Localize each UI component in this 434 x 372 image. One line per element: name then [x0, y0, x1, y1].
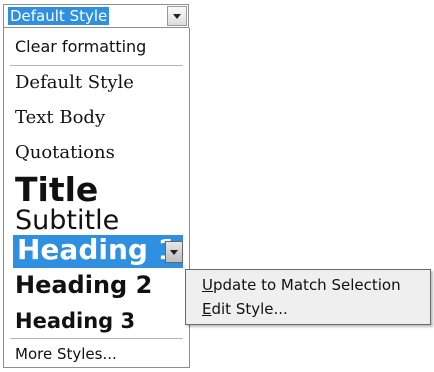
style-item-clear-formatting[interactable]: Clear formatting: [15, 37, 146, 56]
separator: [10, 65, 183, 66]
menu-item-edit-style[interactable]: Edit Style...: [202, 300, 288, 318]
menu-item-label: dit Style...: [211, 300, 288, 318]
style-item-default-style[interactable]: Default Style: [15, 72, 134, 93]
dropdown-button[interactable]: [167, 6, 187, 26]
style-item-title[interactable]: Title: [15, 170, 98, 209]
chevron-down-icon: [173, 14, 181, 19]
separator: [10, 338, 183, 339]
style-item-heading-1[interactable]: Heading 1: [13, 233, 183, 268]
style-context-menu: Update to Match Selection Edit Style...: [185, 269, 431, 325]
style-item-heading-3[interactable]: Heading 3: [15, 309, 135, 333]
chevron-down-icon: [170, 250, 178, 255]
style-item-heading-1-label: Heading 1: [17, 233, 178, 266]
paragraph-style-combobox[interactable]: Default Style: [3, 4, 189, 28]
style-item-menu-button[interactable]: [165, 241, 183, 263]
style-input[interactable]: Default Style: [8, 7, 110, 25]
menu-item-label: pdate to Match Selection: [212, 276, 401, 294]
mnemonic: U: [202, 276, 213, 294]
more-styles-item[interactable]: More Styles...: [15, 345, 117, 363]
style-item-text-body[interactable]: Text Body: [15, 107, 105, 128]
menu-item-update-to-match-selection[interactable]: Update to Match Selection: [202, 276, 401, 294]
style-item-quotations[interactable]: Quotations: [15, 142, 115, 163]
style-item-subtitle[interactable]: Subtitle: [15, 205, 119, 236]
style-dropdown-list: Clear formatting Default Style Text Body…: [3, 28, 190, 368]
style-item-heading-2[interactable]: Heading 2: [15, 271, 152, 299]
